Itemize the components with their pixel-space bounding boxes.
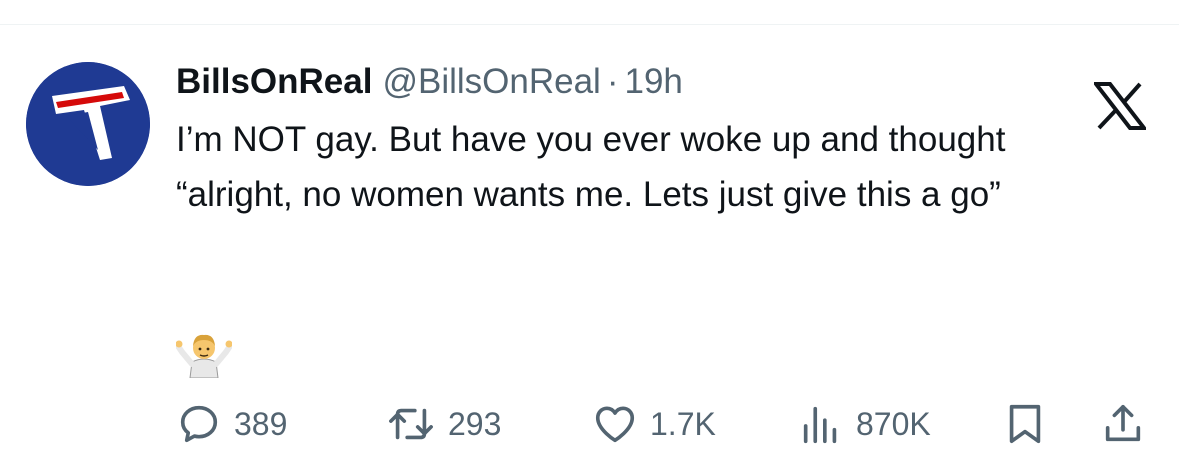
bookmark-button[interactable]: [1002, 400, 1048, 448]
retweet-count: 293: [448, 406, 502, 442]
views-count: 870K: [856, 406, 931, 442]
timestamp[interactable]: 19h: [624, 62, 682, 101]
x-logo-icon: [1091, 82, 1149, 130]
reply-button[interactable]: 389: [176, 400, 287, 448]
tweet-text: I’m NOT gay. But have you ever woke up a…: [176, 120, 1016, 214]
like-count: 1.7K: [650, 406, 716, 442]
reply-icon: [180, 405, 218, 443]
separator-dot: ·: [606, 62, 619, 101]
retweet-button[interactable]: 293: [386, 400, 501, 448]
user-handle[interactable]: @BillsOnReal: [382, 62, 600, 101]
avatar[interactable]: [26, 62, 150, 186]
action-bar: 389 293 1.7K 870K: [0, 396, 1179, 456]
tweet-card: BillsOnReal @BillsOnReal · 19h I’m NOT gay.…: [0, 0, 1179, 461]
like-button[interactable]: 1.7K: [592, 400, 716, 448]
retweet-icon: [389, 408, 433, 440]
person-shrugging-icon: [175, 330, 233, 379]
display-name[interactable]: BillsOnReal: [176, 62, 372, 101]
bills-logo-icon: [26, 62, 150, 186]
share-button[interactable]: [1100, 400, 1146, 448]
heart-icon: [595, 406, 635, 443]
divider: [0, 24, 1179, 25]
reply-count: 389: [234, 406, 288, 442]
share-icon: [1105, 404, 1141, 442]
bookmark-icon: [1009, 404, 1041, 444]
views-button[interactable]: 870K: [798, 400, 931, 448]
views-icon: [803, 406, 837, 444]
tweet-header: BillsOnReal @BillsOnReal · 19h: [176, 60, 683, 104]
